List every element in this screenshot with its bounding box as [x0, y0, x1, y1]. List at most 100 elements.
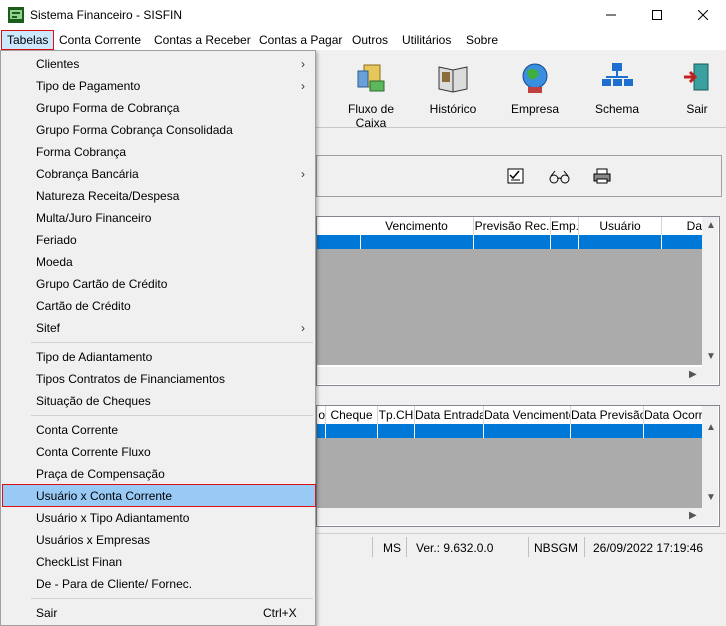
bottom-grid-hscrollbar[interactable]: ▶: [317, 508, 718, 525]
menu-item-forma-cobranca[interactable]: Forma Cobrança: [3, 141, 315, 163]
menu-tabelas[interactable]: Tabelas: [1, 30, 55, 50]
scroll-right-icon[interactable]: ▶: [689, 510, 697, 521]
menu-item-tipo-de-pagamento[interactable]: Tipo de Pagamento ›: [3, 75, 315, 97]
menu-conta-corrente[interactable]: Conta Corrente: [55, 32, 145, 48]
menu-item-conta-corrente[interactable]: Conta Corrente: [3, 419, 315, 441]
bottom-grid-header-o[interactable]: o: [317, 406, 326, 425]
app-icon[interactable]: [8, 7, 24, 23]
printer-icon[interactable]: [593, 168, 611, 184]
menu-separator: [31, 342, 313, 343]
maximize-icon: [652, 10, 662, 20]
globe-icon: [522, 63, 548, 93]
menu-item-checklist-finan[interactable]: CheckList Finan: [3, 551, 315, 573]
bottom-grid[interactable]: o Cheque Tp.CH Data Entrada Data Vencime…: [316, 405, 720, 527]
status-datetime: 26/09/2022 17:19:46: [593, 541, 704, 555]
fluxo-de-caixa-button[interactable]: Fluxo de Caixa: [334, 61, 408, 130]
scroll-down-icon[interactable]: ▼: [706, 351, 716, 362]
scroll-right-icon[interactable]: ▶: [689, 369, 697, 380]
close-button[interactable]: [680, 0, 726, 30]
book-icon: [438, 66, 468, 93]
scroll-down-icon[interactable]: ▼: [706, 492, 716, 503]
table-row[interactable]: [317, 424, 702, 438]
bottom-grid-empty-area: [317, 438, 702, 508]
close-icon: [698, 10, 708, 20]
menu-outros[interactable]: Outros: [348, 32, 392, 48]
menu-item-tipo-de-adiantamento[interactable]: Tipo de Adiantamento: [3, 346, 315, 368]
network-icon: [602, 63, 633, 86]
sair-label: Sair: [686, 102, 708, 116]
tabelas-dropdown-menu: Clientes › Tipo de Pagamento › Grupo Forma…: [0, 50, 316, 626]
menu-utilitarios[interactable]: Utilitários: [398, 32, 455, 48]
top-grid-hscrollbar[interactable]: ▶: [317, 367, 718, 384]
historico-button[interactable]: Histórico: [428, 61, 478, 116]
chevron-right-icon: ›: [301, 79, 305, 93]
menu-item-praca-de-compensacao[interactable]: Praça de Compensação: [3, 463, 315, 485]
menu-item-de-para-cliente-fornec[interactable]: De - Para de Cliente/ Fornec.: [3, 573, 315, 595]
empresa-button[interactable]: Empresa: [510, 61, 560, 116]
menu-item-feriado[interactable]: Feriado: [3, 229, 315, 251]
bottom-grid-header-data-entrada[interactable]: Data Entrada: [415, 406, 484, 425]
menu-item-natureza-receita-despesa[interactable]: Natureza Receita/Despesa: [3, 185, 315, 207]
menu-item-conta-corrente-fluxo[interactable]: Conta Corrente Fluxo: [3, 441, 315, 463]
bottom-grid-header-data-ocorrencia[interactable]: Data Ocorrê: [644, 406, 703, 425]
menu-item-grupo-cartao-de-credito[interactable]: Grupo Cartão de Crédito: [3, 273, 315, 295]
status-user: NBSGM: [534, 541, 579, 555]
menu-item-cartao-de-credito[interactable]: Cartão de Crédito: [3, 295, 315, 317]
top-grid-header-blank: [317, 217, 361, 236]
top-grid-vscrollbar[interactable]: ▲ ▼: [702, 217, 718, 367]
menu-item-usuario-x-conta-corrente[interactable]: Usuário x Conta Corrente: [2, 484, 316, 507]
status-bar: MS Ver.: 9.632.0.0 NBSGM 26/09/2022 17:1…: [316, 533, 726, 560]
table-row[interactable]: [317, 235, 702, 249]
status-ms: MS: [383, 541, 401, 555]
top-grid-header-emp[interactable]: Emp.: [551, 217, 579, 236]
minimize-icon: [606, 14, 616, 16]
schema-button[interactable]: Schema: [592, 61, 642, 116]
chevron-right-icon: ›: [301, 321, 305, 335]
menu-sobre[interactable]: Sobre: [462, 32, 502, 48]
bottom-grid-header-cheque[interactable]: Cheque: [326, 406, 378, 425]
checklist-icon[interactable]: [507, 168, 525, 184]
menu-item-cobranca-bancaria[interactable]: Cobrança Bancária ›: [3, 163, 315, 185]
menu-item-usuarios-x-empresas[interactable]: Usuários x Empresas: [3, 529, 315, 551]
menu-item-multa-juro-financeiro[interactable]: Multa/Juro Financeiro: [3, 207, 315, 229]
menu-item-sitef[interactable]: Sitef ›: [3, 317, 315, 339]
menu-item-grupo-forma-de-cobranca[interactable]: Grupo Forma de Cobrança: [3, 97, 315, 119]
scroll-up-icon[interactable]: ▲: [706, 422, 716, 433]
bottom-grid-header-tpch[interactable]: Tp.CH: [378, 406, 415, 425]
chevron-right-icon: ›: [301, 167, 305, 181]
bottom-grid-header-data-vencimento[interactable]: Data Vencimento: [484, 406, 571, 425]
top-grid-header-usuario[interactable]: Usuário: [579, 217, 662, 236]
glasses-icon[interactable]: [549, 170, 571, 184]
menu-item-moeda[interactable]: Moeda: [3, 251, 315, 273]
maximize-button[interactable]: [634, 0, 680, 30]
top-grid[interactable]: Vencimento Previsão Rec. Emp. Usuário Da…: [316, 216, 720, 386]
menu-item-clientes[interactable]: Clientes ›: [3, 53, 315, 75]
shortcut-label: Ctrl+X: [263, 606, 297, 620]
sair-button[interactable]: Sair: [676, 61, 718, 116]
window-title: Sistema Financeiro - SISFIN: [30, 8, 183, 22]
top-grid-empty-area: [317, 249, 702, 365]
historico-label: Histórico: [429, 102, 477, 116]
menu-item-grupo-forma-cobranca-consolidada[interactable]: Grupo Forma Cobrança Consolidada: [3, 119, 315, 141]
top-grid-header-previsao[interactable]: Previsão Rec.: [474, 217, 551, 236]
menu-item-usuario-x-tipo-adiantamento[interactable]: Usuário x Tipo Adiantamento: [3, 507, 315, 529]
exit-icon: [684, 63, 709, 91]
menu-item-sair[interactable]: Sair Ctrl+X: [3, 602, 315, 624]
minimize-button[interactable]: [588, 0, 634, 30]
bottom-grid-header-data-previsao[interactable]: Data Previsão: [571, 406, 644, 425]
scroll-up-icon[interactable]: ▲: [706, 220, 716, 231]
top-grid-header-data[interactable]: Da: [662, 217, 703, 236]
title-bar: Sistema Financeiro - SISFIN: [0, 0, 726, 30]
menu-bar: Tabelas Conta Corrente Contas a Receber …: [0, 30, 726, 50]
menu-separator: [31, 415, 313, 416]
empresa-label: Empresa: [510, 102, 560, 116]
top-grid-header-vencimento[interactable]: Vencimento: [360, 217, 474, 236]
menu-item-tipos-contratos-de-financiamentos[interactable]: Tipos Contratos de Financiamentos: [3, 368, 315, 390]
menu-contas-a-pagar[interactable]: Contas a Pagar: [255, 32, 346, 48]
schema-label: Schema: [594, 102, 640, 116]
menu-contas-a-receber[interactable]: Contas a Receber: [150, 32, 255, 48]
status-version: Ver.: 9.632.0.0: [416, 541, 494, 555]
bottom-grid-vscrollbar[interactable]: ▲ ▼: [702, 406, 718, 508]
filter-panel: [316, 155, 722, 197]
menu-item-situacao-de-cheques[interactable]: Situação de Cheques: [3, 390, 315, 412]
